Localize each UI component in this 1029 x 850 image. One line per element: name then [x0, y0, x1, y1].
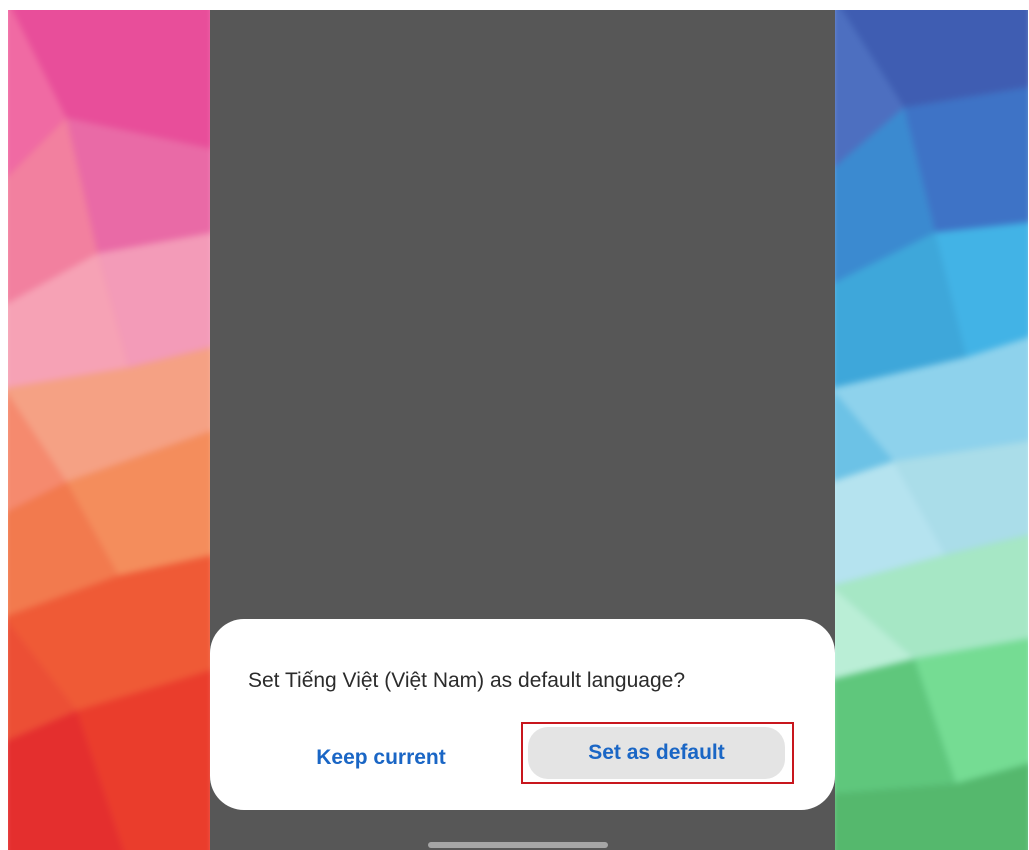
- phone-screen: Set Tiếng Việt (Việt Nam) as default lan…: [210, 10, 835, 850]
- language-dialog: Set Tiếng Việt (Việt Nam) as default lan…: [210, 619, 835, 810]
- set-as-default-button[interactable]: Set as default: [528, 727, 785, 779]
- dialog-message: Set Tiếng Việt (Việt Nam) as default lan…: [248, 669, 686, 692]
- keep-current-button[interactable]: Keep current: [296, 729, 466, 787]
- wallpaper-left-art: [8, 10, 210, 850]
- home-indicator[interactable]: [428, 842, 608, 848]
- wallpaper-right-art: [835, 10, 1028, 850]
- screenshot-frame: Set Tiếng Việt (Việt Nam) as default lan…: [8, 10, 1028, 850]
- wallpaper-left: [8, 10, 210, 850]
- wallpaper-right: [835, 10, 1028, 850]
